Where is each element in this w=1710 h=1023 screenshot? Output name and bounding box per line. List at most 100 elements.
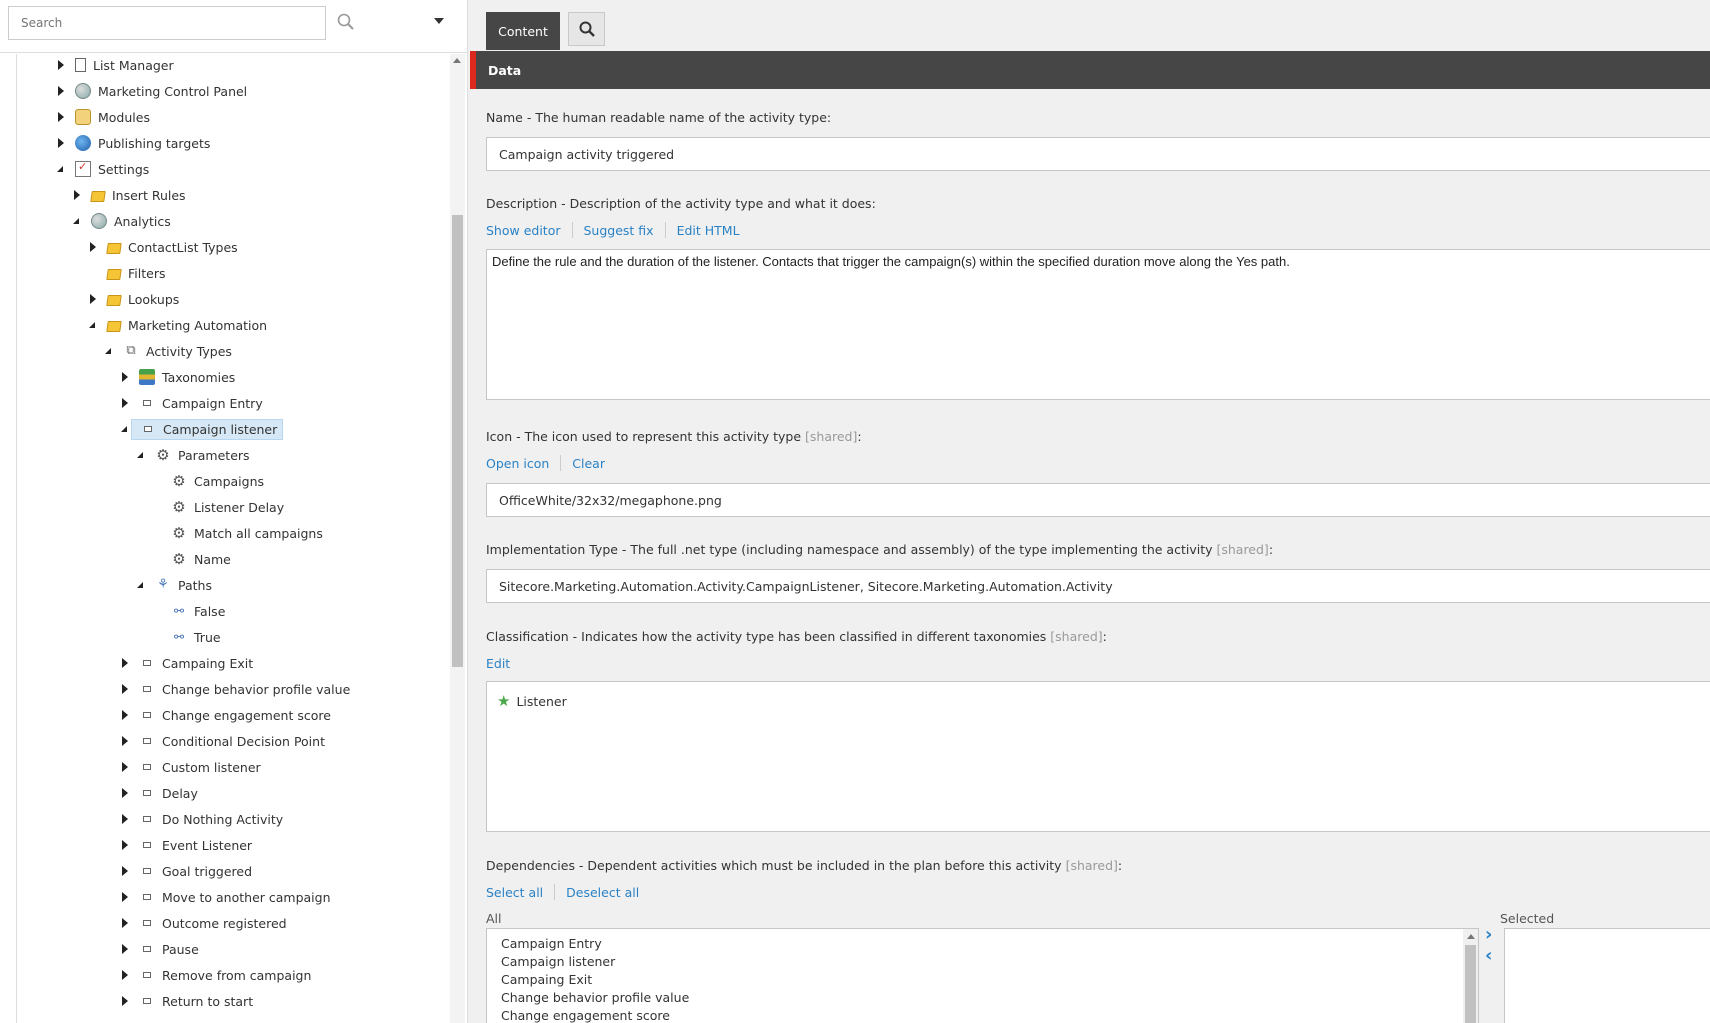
expand-arrow-icon[interactable]	[119, 886, 131, 908]
tree-node-content[interactable]: Campaign listener	[131, 418, 284, 440]
expand-arrow-icon[interactable]	[119, 782, 131, 804]
tree-node-content[interactable]: Insert Rules	[83, 185, 191, 206]
tree-node-content[interactable]: Return to start	[131, 991, 258, 1012]
tree-node-content[interactable]: Publishing targets	[67, 133, 215, 154]
classification-field[interactable]: ★ Listener	[486, 681, 1710, 832]
list-item[interactable]: Campaign listener	[487, 953, 1478, 971]
tree-node[interactable]: Return to start	[119, 990, 258, 1012]
tree-node-content[interactable]: Remove from campaign	[131, 965, 316, 986]
expand-arrow-icon[interactable]	[71, 184, 83, 206]
tree-node-content[interactable]: Pause	[131, 939, 204, 960]
collapse-arrow-icon[interactable]	[119, 418, 131, 440]
tree-node[interactable]: ⚙ Parameters	[135, 444, 255, 466]
chevron-down-icon[interactable]	[432, 14, 452, 34]
tree-node[interactable]: Do Nothing Activity	[119, 808, 288, 830]
tree-node-content[interactable]: List Manager	[67, 55, 179, 76]
tree-node-content[interactable]: ⚙ Parameters	[147, 445, 255, 466]
tree-node[interactable]: Move to another campaign	[119, 886, 336, 908]
expand-arrow-icon[interactable]	[55, 106, 67, 128]
tree-node[interactable]: Delay	[119, 782, 203, 804]
expand-arrow-icon[interactable]	[119, 678, 131, 700]
tree-node-content[interactable]: Custom listener	[131, 757, 266, 778]
tree-node[interactable]: Settings	[55, 158, 154, 180]
tree-node-content[interactable]: Modules	[67, 107, 155, 128]
expand-arrow-icon[interactable]	[55, 54, 67, 76]
tree-node[interactable]: Campaign Entry	[119, 392, 268, 414]
suggest-fix-link[interactable]: Suggest fix	[584, 223, 654, 238]
collapse-arrow-icon[interactable]	[55, 158, 67, 180]
search-input[interactable]	[8, 6, 326, 40]
tree-node[interactable]: Outcome registered	[119, 912, 292, 934]
tree-node-content[interactable]: ⚯ True	[163, 627, 226, 648]
expand-arrow-icon[interactable]	[55, 80, 67, 102]
expand-arrow-icon[interactable]	[119, 730, 131, 752]
collapse-arrow-icon[interactable]	[71, 210, 83, 232]
deselect-all-link[interactable]: Deselect all	[566, 885, 639, 900]
expand-arrow-icon[interactable]	[119, 912, 131, 934]
collapse-arrow-icon[interactable]	[135, 444, 147, 466]
tree-node-content[interactable]: Campaign Entry	[131, 393, 268, 414]
tab-content[interactable]: Content	[486, 12, 560, 50]
tree-node[interactable]: Marketing Control Panel	[55, 80, 252, 102]
clear-icon-link[interactable]: Clear	[572, 456, 605, 471]
tree-node[interactable]: ⚙ Match all campaigns	[151, 522, 328, 544]
tree-node-content[interactable]: ⚙ Listener Delay	[163, 497, 289, 518]
tree-node-content[interactable]: Conditional Decision Point	[131, 731, 330, 752]
tree-node-content[interactable]: Goal triggered	[131, 861, 257, 882]
list-item[interactable]: Change behavior profile value	[487, 989, 1478, 1007]
tree-node[interactable]: Event Listener	[119, 834, 257, 856]
tree-node-content[interactable]: Analytics	[83, 211, 176, 232]
expand-arrow-icon[interactable]	[119, 652, 131, 674]
tree-node[interactable]: Pause	[119, 938, 204, 960]
collapse-arrow-icon[interactable]	[87, 314, 99, 336]
scroll-up-icon[interactable]	[453, 58, 461, 63]
tree-node-content[interactable]: Event Listener	[131, 835, 257, 856]
tree-node[interactable]: Publishing targets	[55, 132, 215, 154]
icon-field[interactable]: OfficeWhite/32x32/megaphone.png	[486, 483, 1710, 517]
tree-node-content[interactable]: ⚯ False	[163, 601, 230, 622]
tree-node-content[interactable]: Change engagement score	[131, 705, 336, 726]
tree-node-content[interactable]: Change behavior profile value	[131, 679, 355, 700]
tree-node[interactable]: ⧉ Activity Types	[103, 340, 237, 362]
tree-node-content[interactable]: Campaing Exit	[131, 653, 258, 674]
edit-html-link[interactable]: Edit HTML	[677, 223, 740, 238]
tree-node[interactable]: ⚙ Listener Delay	[151, 496, 289, 518]
search-tab-button[interactable]	[568, 12, 605, 46]
all-activities-list[interactable]: Campaign Entry Campaign listener Campaing …	[486, 928, 1479, 1023]
expand-arrow-icon[interactable]	[119, 964, 131, 986]
tree-node[interactable]: Conditional Decision Point	[119, 730, 330, 752]
tree-node[interactable]: Modules	[55, 106, 155, 128]
tree-node[interactable]: List Manager	[55, 54, 179, 76]
scroll-up-icon[interactable]	[1467, 934, 1475, 939]
tree-node[interactable]: Analytics	[71, 210, 176, 232]
tree-node[interactable]: Campaing Exit	[119, 652, 258, 674]
tree-node-content[interactable]: Do Nothing Activity	[131, 809, 288, 830]
tree-node-content[interactable]: ⚙ Match all campaigns	[163, 523, 328, 544]
tree-scrollbar[interactable]	[450, 54, 465, 1023]
tree-node-content[interactable]: Marketing Control Panel	[67, 81, 252, 102]
expand-arrow-icon[interactable]	[119, 392, 131, 414]
tree-node-content[interactable]: Filters	[99, 263, 170, 284]
tree-node-content[interactable]: Delay	[131, 783, 203, 804]
implementation-field[interactable]: Sitecore.Marketing.Automation.Activity.C…	[486, 569, 1710, 603]
expand-arrow-icon[interactable]	[119, 938, 131, 960]
expand-arrow-icon[interactable]	[55, 132, 67, 154]
open-icon-link[interactable]: Open icon	[486, 456, 549, 471]
list-item[interactable]: Campaign Entry	[487, 935, 1478, 953]
tree-node-content[interactable]: Taxonomies	[131, 367, 240, 388]
expand-arrow-icon[interactable]	[119, 990, 131, 1012]
tree-node-content[interactable]: ⚘ Paths	[147, 575, 217, 596]
tree-node-content[interactable]: Settings	[67, 159, 154, 180]
expand-arrow-icon[interactable]	[119, 366, 131, 388]
search-icon[interactable]	[336, 12, 358, 34]
tree-node-content[interactable]: ContactList Types	[99, 237, 243, 258]
tree-node[interactable]: ⚘ Paths	[135, 574, 217, 596]
expand-arrow-icon[interactable]	[119, 704, 131, 726]
expand-arrow-icon[interactable]	[119, 756, 131, 778]
tree-node[interactable]: Remove from campaign	[119, 964, 316, 986]
select-all-link[interactable]: Select all	[486, 885, 543, 900]
expand-arrow-icon[interactable]	[87, 288, 99, 310]
name-field[interactable]: Campaign activity triggered	[486, 137, 1710, 171]
expand-arrow-icon[interactable]	[119, 808, 131, 830]
tree-node[interactable]: ⚙ Name	[151, 548, 236, 570]
